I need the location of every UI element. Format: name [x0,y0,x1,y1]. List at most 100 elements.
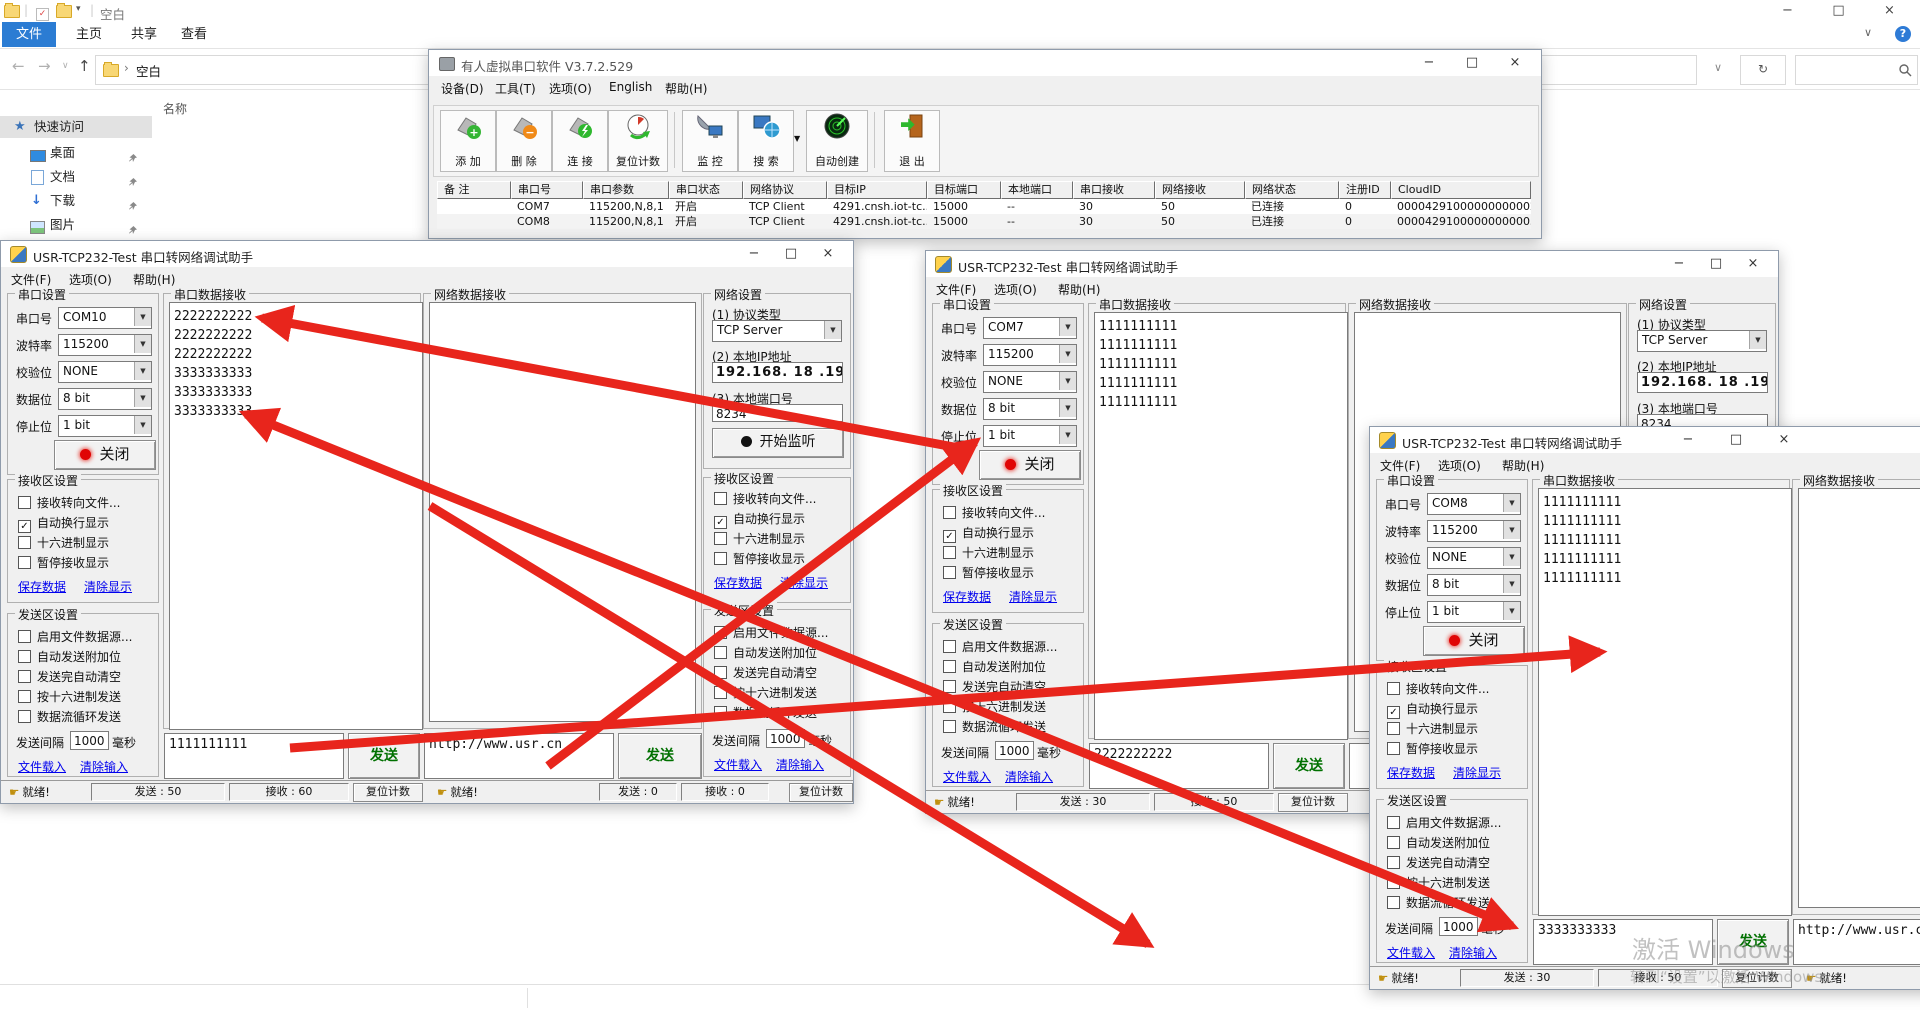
clear-display-link[interactable]: 清除显示 [1453,764,1501,781]
qat-chevron-down-icon[interactable]: ▾ [76,4,81,14]
refresh-button[interactable]: ↻ [1740,55,1786,85]
checkbox-hex-display[interactable]: 十六进制显示 [18,534,109,550]
baud-select[interactable]: 115200▼ [58,334,152,356]
databits-select[interactable]: 8 bit▼ [1427,574,1521,596]
checkbox-hex-display[interactable]: 十六进制显示 [943,544,1034,560]
load-file-link[interactable]: 文件载入 [18,758,66,775]
menu-device[interactable]: 设备(D) [441,80,484,97]
col-com[interactable]: 串口号 [511,181,583,199]
checkbox-hex-send[interactable]: 按十六进制发送 [18,688,121,704]
serial-send-input[interactable]: 1111111111 [164,733,344,779]
forward-button[interactable]: → [38,57,51,75]
serial-send-button[interactable]: 发送 [1273,743,1345,789]
save-data-link[interactable]: 保存数据 [714,574,762,591]
net-recv-area[interactable] [1798,488,1920,908]
checkbox-loop-send[interactable]: 数据流循环发送 [1387,894,1490,910]
properties-icon[interactable]: ✓ [36,5,49,21]
checkbox-recv-to-file[interactable]: 接收转向文件... [943,504,1045,520]
menu-options[interactable]: 选项(O) [1438,457,1481,474]
menu-help[interactable]: 帮助(H) [133,271,175,288]
vsp-close-button[interactable]: × [1497,50,1533,76]
col-net-recv[interactable]: 网络接收 [1155,181,1245,199]
vsp-table-row[interactable]: COM7 115200,N,8,1开启 TCP Client4291.cnsh.… [437,199,1531,214]
checkbox-auto-newline[interactable]: ✓自动换行显示 [18,514,109,530]
local-ip-input[interactable]: 192.168. 18 .193 [1637,372,1768,393]
menu-english[interactable]: English [609,80,652,94]
close-serial-button[interactable]: 关闭 [979,450,1081,480]
net-send-button[interactable]: 发送 [618,733,702,779]
stopbits-select[interactable]: 1 bit▼ [1427,601,1521,623]
checkbox-auto-clear[interactable]: 发送完自动清空 [714,664,817,680]
checkbox-loop-send[interactable]: 数据流循环发送 [714,704,817,720]
col-net-state[interactable]: 网络状态 [1245,181,1339,199]
clear-display-link[interactable]: 清除显示 [84,578,132,595]
databits-select[interactable]: 8 bit▼ [58,388,152,410]
checkbox-hex-display[interactable]: 十六进制显示 [1387,720,1478,736]
tab-file[interactable]: 文件 [2,22,56,47]
checkbox-loop-send[interactable]: 数据流循环发送 [18,708,121,724]
protocol-select[interactable]: TCP Server▼ [1637,330,1767,352]
title-bar[interactable]: USR-TCP232-Test 串口转网络调试助手 − □ × [1,241,853,267]
add-button[interactable]: + 添 加 [440,110,496,172]
load-file-link[interactable]: 文件载入 [1387,944,1435,961]
serial-recv-area[interactable]: 1111111111 1111111111 1111111111 1111111… [1538,488,1792,916]
address-chevron-down-icon[interactable]: ∨ [1714,61,1722,74]
ribbon-collapse-chevron-icon[interactable]: ∨ [1864,26,1872,39]
save-data-link[interactable]: 保存数据 [18,578,66,595]
clear-input-link[interactable]: 清除输入 [1449,944,1497,961]
checkbox-auto-newline[interactable]: ✓自动换行显示 [1387,700,1478,716]
local-ip-input[interactable]: 192.168. 18 .193 [712,362,843,383]
clear-input-link[interactable]: 清除输入 [776,756,824,773]
sidebar-item-documents[interactable]: 文档 [0,166,152,188]
menu-help[interactable]: 帮助(H) [1058,281,1100,298]
checkbox-file-source[interactable]: 启用文件数据源... [1387,814,1501,830]
reset-count-button[interactable]: 复位计数 [608,110,668,172]
exit-button[interactable]: 退 出 [884,110,940,172]
checkbox-auto-append[interactable]: 自动发送附加位 [18,648,121,664]
checkbox-hex-send[interactable]: 按十六进制发送 [714,684,817,700]
interval-input[interactable]: 1000 [1439,917,1478,936]
col-state[interactable]: 串口状态 [669,181,743,199]
serial-send-input[interactable]: 2222222222 [1089,743,1269,789]
menu-options[interactable]: 选项(O) [549,80,592,97]
checkbox-auto-append[interactable]: 自动发送附加位 [1387,834,1490,850]
local-port-input[interactable]: 8234 [712,404,843,422]
start-listen-button[interactable]: 开始监听 [712,428,844,458]
com-port-select[interactable]: COM7▼ [983,317,1077,339]
menu-options[interactable]: 选项(O) [994,281,1037,298]
checkbox-auto-newline[interactable]: ✓自动换行显示 [943,524,1034,540]
col-cloud-id[interactable]: CloudID [1391,181,1531,199]
search-input[interactable] [1800,57,1900,83]
title-bar[interactable]: USR-TCP232-Test 串口转网络调试助手 − □ × [926,251,1778,277]
close-serial-button[interactable]: 关闭 [1423,626,1525,656]
tab-home[interactable]: 主页 [62,22,116,47]
sidebar-quick-access[interactable]: ★ 快速访问 [0,116,152,138]
serial-recv-area[interactable]: 1111111111 1111111111 1111111111 1111111… [1094,312,1348,740]
parity-select[interactable]: NONE▼ [1427,547,1521,569]
sidebar-item-desktop[interactable]: 桌面 [0,142,152,164]
databits-select[interactable]: 8 bit▼ [983,398,1077,420]
checkbox-pause-recv[interactable]: 暂停接收显示 [1387,740,1478,756]
maximize-button[interactable]: □ [773,241,809,267]
minimize-button[interactable]: − [736,241,772,267]
stopbits-select[interactable]: 1 bit▼ [58,415,152,437]
maximize-button[interactable]: □ [1698,251,1734,277]
vsp-table-row[interactable]: COM8 115200,N,8,1开启 TCP Client4291.cnsh.… [437,214,1531,229]
checkbox-pause-recv[interactable]: 暂停接收显示 [943,564,1034,580]
checkbox-recv-to-file[interactable]: 接收转向文件... [18,494,120,510]
reset-counter-button[interactable]: 复位计数 [789,783,853,802]
net-send-input[interactable]: http://www.usr.cn [1793,919,1920,965]
parity-select[interactable]: NONE▼ [58,361,152,383]
interval-input[interactable]: 1000 [70,731,109,750]
load-file-link[interactable]: 文件载入 [943,768,991,785]
close-window-button[interactable]: × [1735,251,1771,277]
clear-input-link[interactable]: 清除输入 [80,758,128,775]
baud-select[interactable]: 115200▼ [983,344,1077,366]
title-bar[interactable]: USR-TCP232-Test 串口转网络调试助手 − □ × [1370,427,1920,453]
checkbox-hex-display[interactable]: 十六进制显示 [714,530,805,546]
net-send-input[interactable]: http://www.usr.cn [424,733,614,779]
delete-button[interactable]: − 删 除 [496,110,552,172]
menu-help[interactable]: 帮助(H) [665,80,707,97]
interval-input[interactable]: 1000 [995,741,1034,760]
close-serial-button[interactable]: 关闭 [54,440,156,470]
